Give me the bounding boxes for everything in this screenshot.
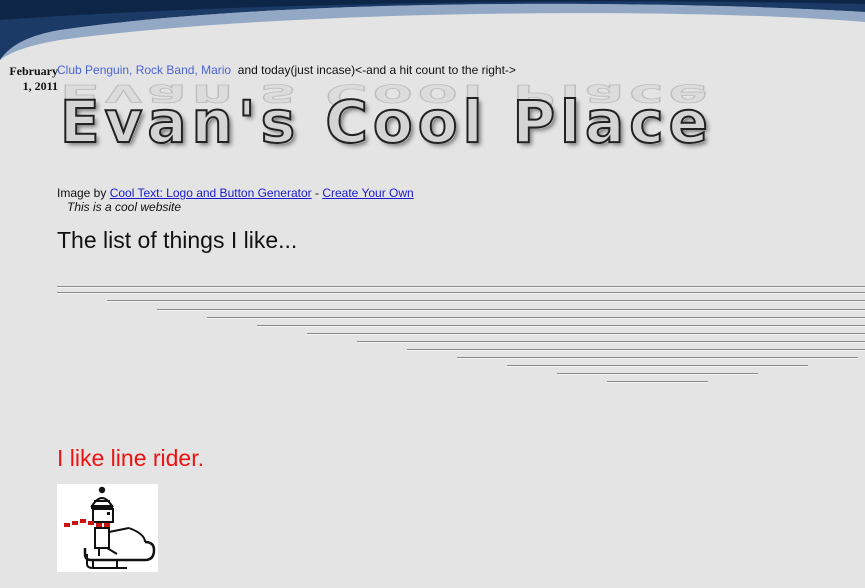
- horizontal-rule: [607, 381, 708, 383]
- cool-text-link[interactable]: Cool Text: Logo and Button Generator: [110, 186, 312, 200]
- line-rider-image: [57, 484, 158, 572]
- post-date: February 1, 2011: [4, 64, 58, 94]
- intro-links: Club Penguin, Rock Band, Mario: [57, 63, 232, 77]
- create-your-own-link[interactable]: Create Your Own: [322, 186, 413, 200]
- list-heading: The list of things I like...: [57, 227, 298, 253]
- horizontal-rule: [57, 292, 865, 294]
- horizontal-rule: [207, 317, 865, 319]
- intro-line: Club Penguin, Rock Band, Mario and today…: [57, 63, 516, 77]
- site-logo: Evan's Cool Place Evan's Cool Place: [59, 77, 860, 176]
- horizontal-rule: [457, 357, 858, 359]
- horizontal-rule: [157, 309, 865, 311]
- horizontal-rule: [57, 286, 865, 288]
- credit-separator: -: [314, 186, 319, 200]
- line-rider-heading: I like line rider.: [57, 445, 205, 471]
- horizontal-rule: [257, 325, 865, 327]
- horizontal-rule: [307, 333, 865, 335]
- horizontal-rule: [557, 373, 758, 375]
- horizontal-rule: [407, 349, 865, 351]
- intro-rest: and today(just incase)<-and a hit count …: [237, 63, 516, 77]
- horizontal-rule: [357, 341, 865, 343]
- top-banner: [0, 0, 865, 60]
- horizontal-rule: [107, 300, 865, 302]
- credit-prefix: Image by: [57, 186, 107, 200]
- image-credit: Image by Cool Text: Logo and Button Gene…: [57, 186, 414, 200]
- horizontal-rule: [507, 365, 808, 367]
- tagline: This is a cool website: [67, 200, 182, 214]
- date-month: February: [9, 64, 58, 78]
- date-day-year: 1, 2011: [22, 79, 58, 93]
- logo-text: Evan's Cool Place: [59, 87, 713, 157]
